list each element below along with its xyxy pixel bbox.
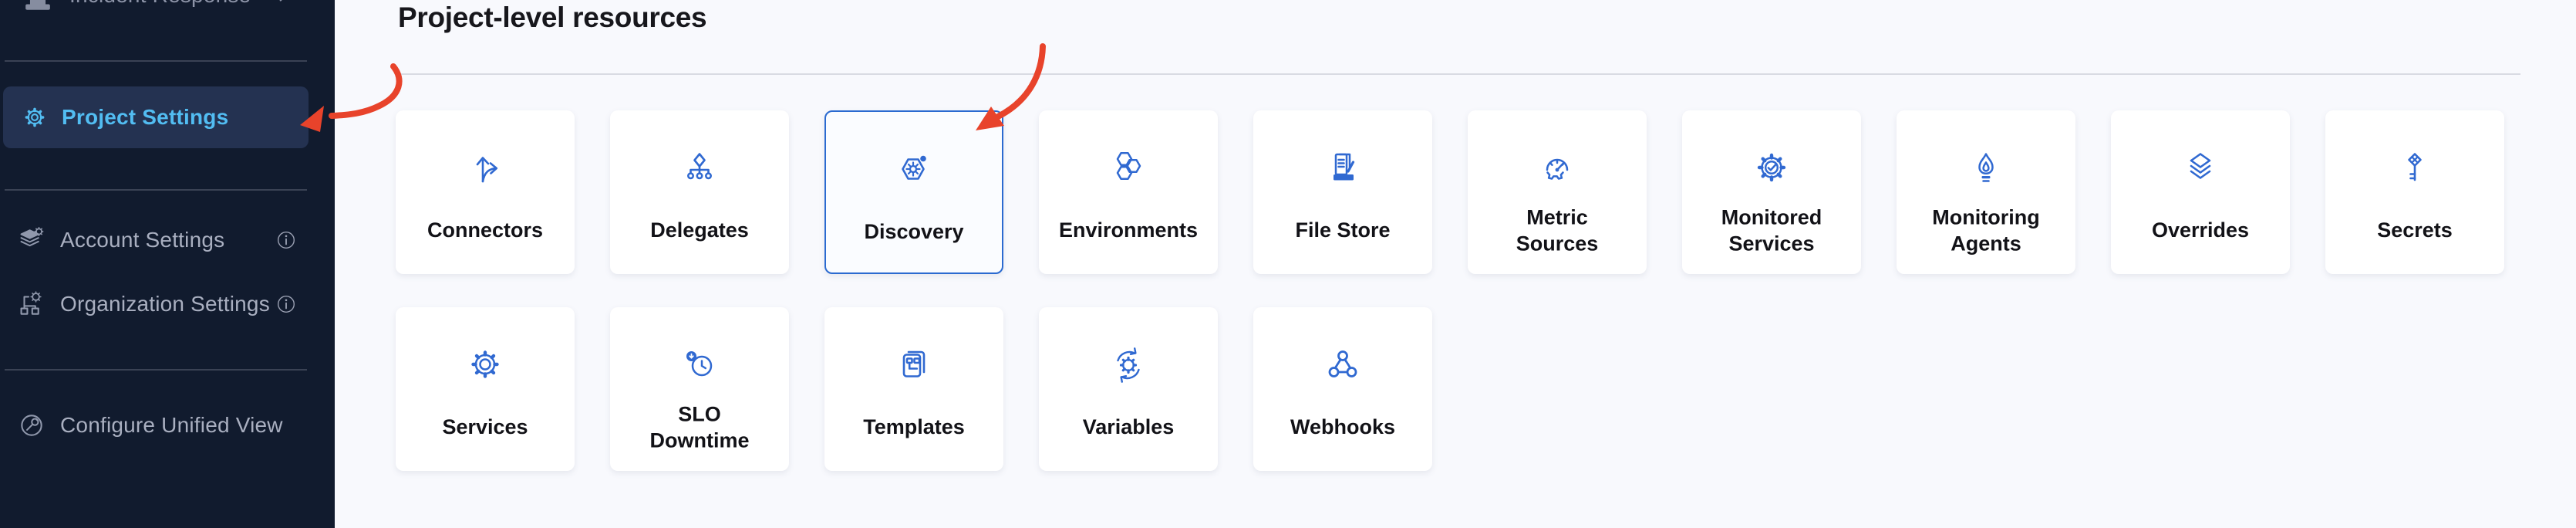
- resource-card-label: Services: [402, 415, 568, 441]
- sidebar-item-organization-settings[interactable]: Organization Settings: [3, 281, 309, 327]
- resource-card-connectors[interactable]: Connectors: [396, 110, 575, 274]
- resource-card-label: Variables: [1045, 415, 1212, 441]
- sidebar-item-configure-unified-view[interactable]: Configure Unified View: [3, 402, 309, 448]
- services-icon: [467, 346, 504, 383]
- resource-card-label: Metric Sources: [1474, 205, 1640, 257]
- main-content: Project-level resources Connectors Deleg…: [335, 0, 2576, 528]
- info-icon[interactable]: [276, 294, 296, 314]
- resource-card-label: Monitored Services: [1688, 205, 1855, 257]
- resource-card-metric-sources[interactable]: Metric Sources: [1468, 110, 1647, 274]
- configure-unified-view-icon: [17, 411, 46, 440]
- environments-icon: [1110, 149, 1147, 186]
- monitored-services-icon: [1753, 149, 1790, 186]
- sidebar-item-incident-response[interactable]: Incident Response: [3, 0, 309, 17]
- sidebar-item-project-settings[interactable]: Project Settings: [3, 86, 309, 148]
- resource-card-label: SLO Downtime: [616, 401, 783, 454]
- file-store-icon: [1324, 149, 1361, 186]
- metric-sources-icon: [1539, 149, 1576, 186]
- secrets-icon: [2396, 149, 2433, 186]
- sidebar-item-label: Account Settings: [60, 228, 224, 252]
- app: Incident Response Project Settings: [0, 0, 2576, 528]
- organization-settings-icon: [17, 289, 46, 319]
- discovery-icon: [895, 151, 932, 188]
- sidebar-item-account-settings[interactable]: Account Settings: [3, 217, 309, 263]
- resource-card-label: Secrets: [2332, 218, 2498, 244]
- resource-card-label: Delegates: [616, 218, 783, 244]
- resource-grid: Connectors Delegates Discovery Environme…: [396, 110, 2506, 471]
- variables-icon: [1110, 346, 1147, 383]
- resource-card-label: Discovery: [832, 219, 996, 245]
- resource-card-delegates[interactable]: Delegates: [610, 110, 789, 274]
- chevron-right-icon: [273, 0, 293, 5]
- resource-card-label: Overrides: [2117, 218, 2284, 244]
- sidebar-item-label: Project Settings: [62, 105, 228, 130]
- sidebar: Incident Response Project Settings: [0, 0, 335, 528]
- resource-card-monitoring-agents[interactable]: Monitoring Agents: [1897, 110, 2075, 274]
- webhooks-icon: [1324, 346, 1361, 383]
- resource-card-monitored-services[interactable]: Monitored Services: [1682, 110, 1861, 274]
- delegates-icon: [681, 149, 718, 186]
- resource-card-label: Connectors: [402, 218, 568, 244]
- resource-card-label: File Store: [1259, 218, 1426, 244]
- account-settings-icon: [17, 225, 46, 255]
- resource-card-discovery[interactable]: Discovery: [824, 110, 1003, 274]
- resource-card-environments[interactable]: Environments: [1039, 110, 1218, 274]
- resource-card-webhooks[interactable]: Webhooks: [1253, 307, 1432, 471]
- resource-card-variables[interactable]: Variables: [1039, 307, 1218, 471]
- sidebar-item-label: Incident Response: [69, 0, 251, 8]
- info-icon[interactable]: [276, 230, 296, 250]
- resource-card-overrides[interactable]: Overrides: [2111, 110, 2290, 274]
- sidebar-divider: [5, 369, 307, 371]
- sidebar-divider: [5, 60, 307, 62]
- slo-downtime-icon: [681, 346, 718, 383]
- resource-card-label: Webhooks: [1259, 415, 1426, 441]
- resource-card-label: Environments: [1045, 218, 1212, 244]
- resource-card-file-store[interactable]: File Store: [1253, 110, 1432, 274]
- resource-card-slo-downtime[interactable]: SLO Downtime: [610, 307, 789, 471]
- connectors-icon: [467, 149, 504, 186]
- resource-card-secrets[interactable]: Secrets: [2325, 110, 2504, 274]
- resource-card-templates[interactable]: Templates: [824, 307, 1003, 471]
- incident-response-icon: [20, 0, 56, 13]
- resource-card-label: Monitoring Agents: [1903, 205, 2069, 257]
- sidebar-item-label: Configure Unified View: [60, 413, 283, 438]
- resource-card-label: Templates: [831, 415, 997, 441]
- overrides-icon: [2182, 149, 2219, 186]
- resource-card-services[interactable]: Services: [396, 307, 575, 471]
- templates-icon: [895, 346, 932, 383]
- sidebar-item-label: Organization Settings: [60, 292, 270, 316]
- project-settings-icon: [22, 104, 48, 130]
- monitoring-agents-icon: [1967, 149, 2004, 186]
- sidebar-divider: [5, 189, 307, 191]
- content-divider: [398, 73, 2520, 75]
- page-title: Project-level resources: [398, 2, 706, 34]
